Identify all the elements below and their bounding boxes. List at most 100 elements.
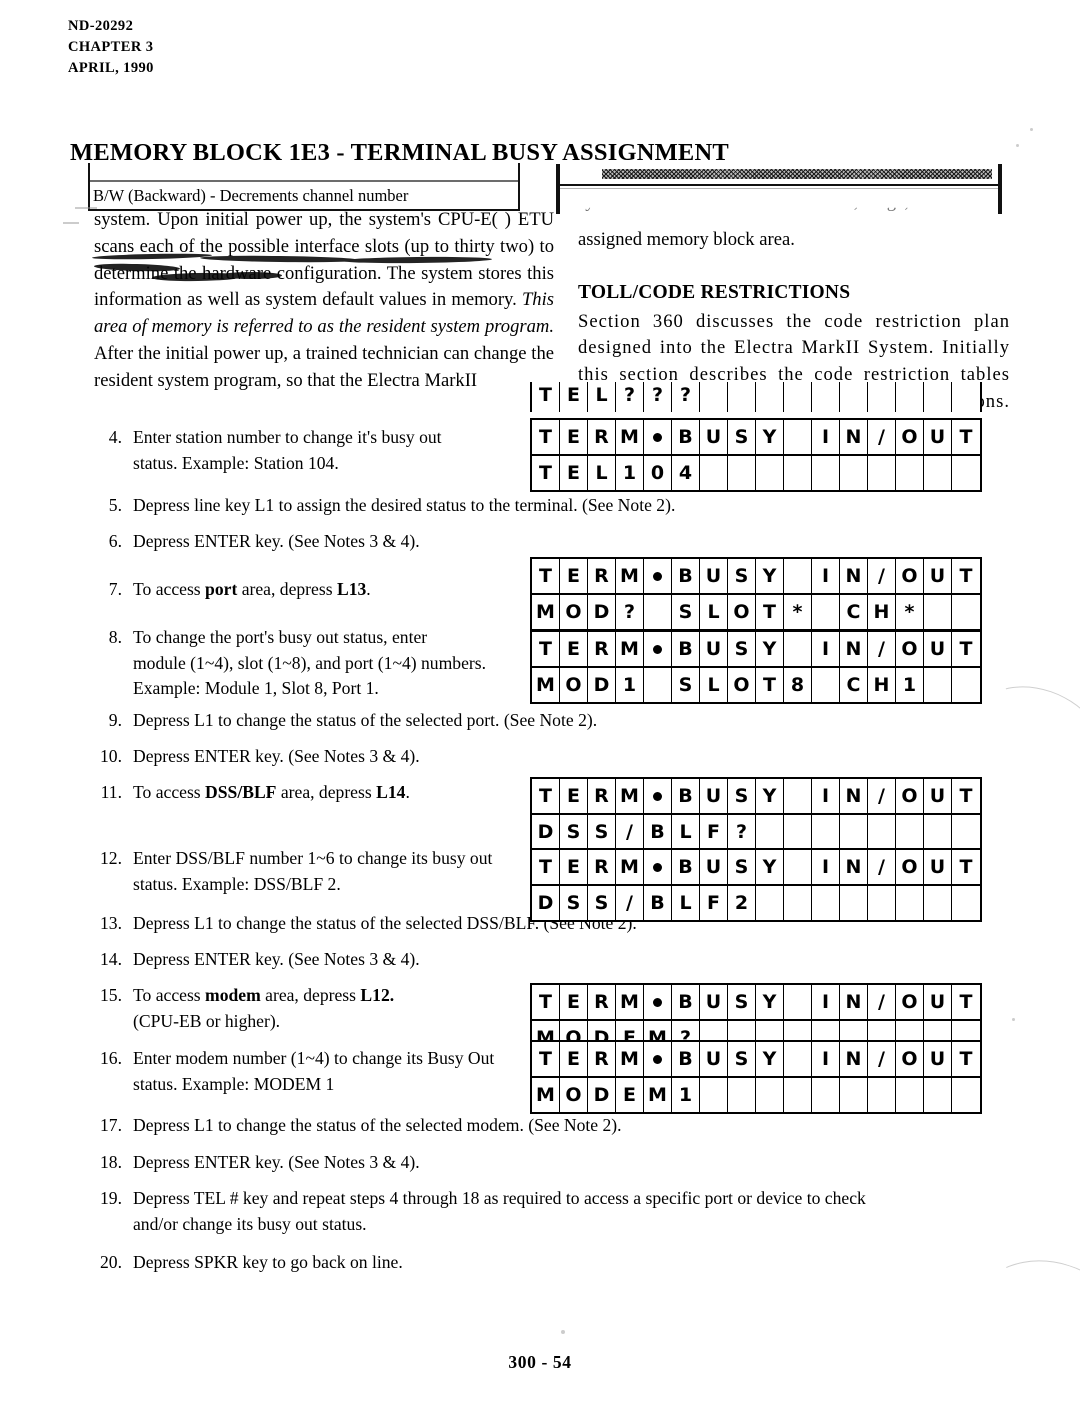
step-19-number: 19. (100, 1188, 122, 1208)
lcd-cell: O (896, 632, 924, 666)
lcd-row: T E R M B U S Y I N / O U T (532, 850, 980, 884)
lcd-cell: / (616, 815, 644, 849)
lcd-cell: S (728, 1042, 756, 1076)
lcd-cell: F (700, 815, 728, 849)
lcd-cell: R (588, 559, 616, 593)
lcd-cell (868, 382, 896, 412)
scan-arc-mark (951, 1240, 1080, 1416)
lcd-cell (812, 815, 840, 849)
doc-number: ND-20292 (68, 18, 134, 34)
lcd-cell: L (700, 668, 728, 702)
lcd-cell (784, 886, 812, 920)
step-11-emphasis-dssblf: DSS/BLF (205, 782, 277, 802)
lcd-cell: 1 (616, 456, 644, 490)
scan-speck (561, 1330, 565, 1334)
step-15-emphasis-modem: modem (205, 985, 261, 1005)
lcd-cell: * (896, 595, 924, 629)
step-6-body: Depress ENTER key. (See Notes 3 & 4). (133, 531, 420, 551)
step-14: 14. Depress ENTER key. (See Notes 3 & 4)… (88, 947, 788, 973)
lcd-cell: U (700, 779, 728, 813)
lcd-cell (924, 668, 952, 702)
step-4-body: Enter station number to change it's busy… (133, 425, 528, 476)
lcd-cell: U (700, 420, 728, 454)
lcd-cell: O (560, 595, 588, 629)
lcd-cell: M (616, 850, 644, 884)
lcd-cell (840, 815, 868, 849)
lcd-cell (812, 382, 840, 412)
lcd-cell (756, 382, 784, 412)
lcd-cell: I (812, 1042, 840, 1076)
lcd-cell: E (560, 632, 588, 666)
lcd-cell (812, 595, 840, 629)
lcd-cell: N (840, 632, 868, 666)
lcd-cell (700, 1078, 728, 1112)
lcd-cell: U (700, 1042, 728, 1076)
lcd-row: M O D? S L O T * C H * (532, 593, 980, 629)
lcd-cell (812, 886, 840, 920)
lcd-cell: L (700, 595, 728, 629)
lcd-cell: D (532, 815, 560, 849)
lcd-cell (784, 985, 812, 1019)
lcd-cell: / (868, 779, 896, 813)
lcd-cell: L (672, 815, 700, 849)
lcd-cell: T (532, 779, 560, 813)
lcd-cell: * (784, 595, 812, 629)
step-19: 19. Depress TEL # key and repeat steps 4… (88, 1186, 968, 1237)
lcd-cell (812, 456, 840, 490)
lcd-cell (644, 632, 672, 666)
lcd-row: T E R M B U S Y I N / O U T (532, 985, 980, 1019)
lcd-cell: B (672, 632, 700, 666)
step-12: 12. Enter DSS/BLF number 1~6 to change i… (88, 846, 538, 897)
lcd-cell: O (896, 985, 924, 1019)
step-13-number: 13. (100, 913, 122, 933)
lcd-cell: N (840, 850, 868, 884)
lcd-cell: Y (756, 559, 784, 593)
lcd-cell (924, 382, 952, 412)
lcd-cell (784, 456, 812, 490)
lcd-row: MOD1SLOT8CH1 (532, 666, 980, 702)
lcd-cell: 1 (616, 668, 644, 702)
lcd-cell (644, 668, 672, 702)
display-dssblf-entered: T E R M B U S Y I N / O U T D S S / B L F 2 (530, 848, 982, 922)
lcd-cell: R (588, 985, 616, 1019)
lcd-cell (784, 779, 812, 813)
lcd-cell (896, 815, 924, 849)
scan-speck (63, 222, 79, 224)
lcd-cell (728, 1078, 756, 1112)
step-10: 10. Depress ENTER key. (See Notes 3 & 4)… (88, 744, 788, 770)
step-9: 9. Depress L1 to change the status of th… (88, 708, 788, 734)
lcd-cell: R (588, 632, 616, 666)
lcd-cell: 2 (728, 886, 756, 920)
lcd-cell: T (959, 425, 973, 448)
lcd-cell: B (672, 850, 700, 884)
lcd-cell (756, 815, 784, 849)
lcd-cell: T (959, 990, 973, 1013)
lcd-cell: / (868, 632, 896, 666)
lcd-cell: C (840, 595, 868, 629)
lcd-cell: I (812, 632, 840, 666)
lcd-cell: O (728, 668, 756, 702)
lcd-cell: E (560, 382, 588, 412)
lcd-cell (952, 815, 980, 849)
step-12-number: 12. (100, 848, 122, 868)
step-6-number: 6. (108, 531, 122, 551)
lcd-cell: O (896, 779, 924, 813)
lcd-cell: S (588, 886, 616, 920)
lcd-cell: B (644, 815, 672, 849)
lcd-row: T E L??? (532, 382, 980, 412)
lcd-cell: T (756, 668, 784, 702)
lcd-cell: M (616, 779, 644, 813)
lcd-cell: 1 (896, 668, 924, 702)
lcd-cell: N (840, 420, 868, 454)
step-14-number: 14. (100, 949, 122, 969)
lcd-cell: O (560, 668, 588, 702)
lcd-cell: M (532, 668, 560, 702)
lcd-row: MODEM1 (532, 1076, 980, 1112)
step-20: 20. Depress SPKR key to go back on line. (88, 1250, 788, 1276)
step-16-line-2: status. Example: MODEM 1 (133, 1073, 335, 1094)
lcd-cell: O (896, 850, 924, 884)
lcd-cell: Y (756, 985, 784, 1019)
lcd-row: T E R M B U S Y I N / O U T (532, 779, 980, 813)
lcd-cell: L (588, 382, 616, 412)
lcd-cell: Y (756, 632, 784, 666)
